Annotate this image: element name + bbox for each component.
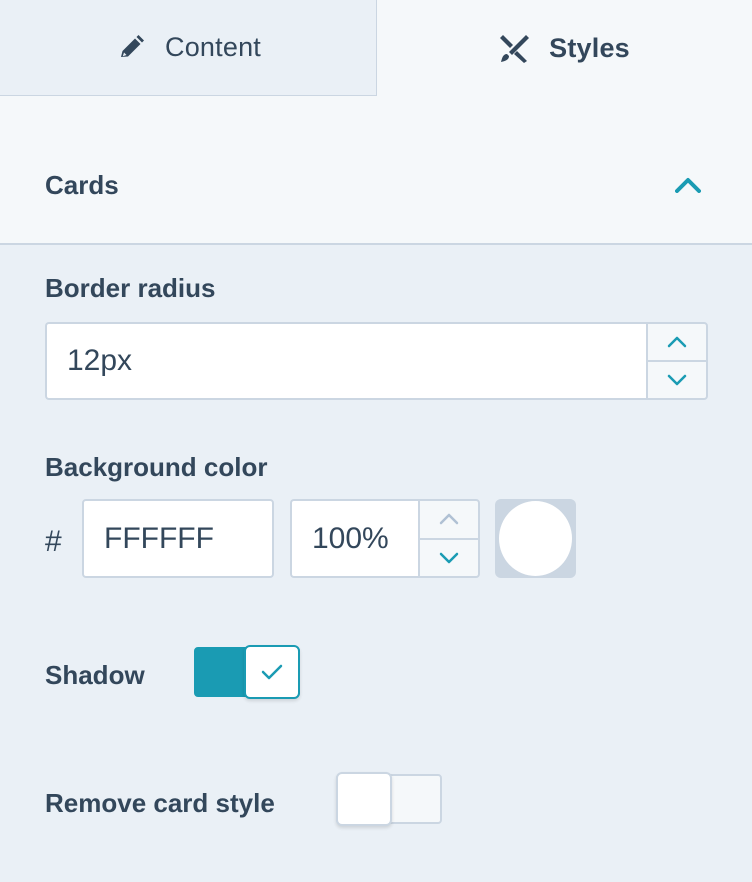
- decrement-button[interactable]: [648, 360, 706, 398]
- section-title: Cards: [45, 170, 119, 200]
- cards-section-header[interactable]: Cards: [0, 96, 752, 245]
- chevron-up-icon: [439, 514, 459, 525]
- remove-card-style-toggle[interactable]: [336, 772, 442, 826]
- tab-content-label: Content: [165, 32, 261, 62]
- color-swatch-button[interactable]: [495, 499, 576, 578]
- opacity-increment-button[interactable]: [420, 501, 478, 538]
- opacity-value: 100%: [312, 521, 389, 555]
- hash-prefix: #: [45, 525, 62, 558]
- opacity-stepper: [418, 499, 480, 578]
- opacity-input[interactable]: 100%: [290, 499, 420, 578]
- border-radius-stepper: [646, 322, 708, 400]
- checkmark-icon: [261, 664, 283, 680]
- chevron-up-icon: [667, 336, 687, 348]
- brush-icon: [499, 32, 531, 64]
- background-color-label: Background color: [45, 452, 268, 482]
- tab-styles-label: Styles: [549, 32, 630, 63]
- border-radius-label: Border radius: [45, 273, 216, 303]
- tab-bar: Content Styles: [0, 0, 752, 96]
- tab-content[interactable]: Content: [0, 0, 377, 96]
- border-radius-input[interactable]: 12px: [45, 322, 648, 400]
- shadow-label: Shadow: [45, 660, 145, 690]
- toggle-knob: [336, 772, 392, 826]
- increment-button[interactable]: [648, 324, 706, 360]
- chevron-down-icon: [667, 374, 687, 386]
- remove-card-style-label: Remove card style: [45, 788, 275, 818]
- opacity-decrement-button[interactable]: [420, 537, 478, 577]
- color-swatch: [497, 499, 574, 578]
- chevron-down-icon: [439, 552, 459, 563]
- tab-styles[interactable]: Styles: [377, 0, 752, 96]
- shadow-toggle[interactable]: [194, 645, 300, 699]
- hex-color-value: FFFFFF: [104, 521, 214, 555]
- pencil-icon: [115, 32, 147, 64]
- chevron-up-icon[interactable]: [670, 170, 706, 200]
- hex-color-input[interactable]: FFFFFF: [82, 499, 274, 578]
- toggle-knob: [244, 645, 300, 699]
- border-radius-value: 12px: [67, 344, 133, 377]
